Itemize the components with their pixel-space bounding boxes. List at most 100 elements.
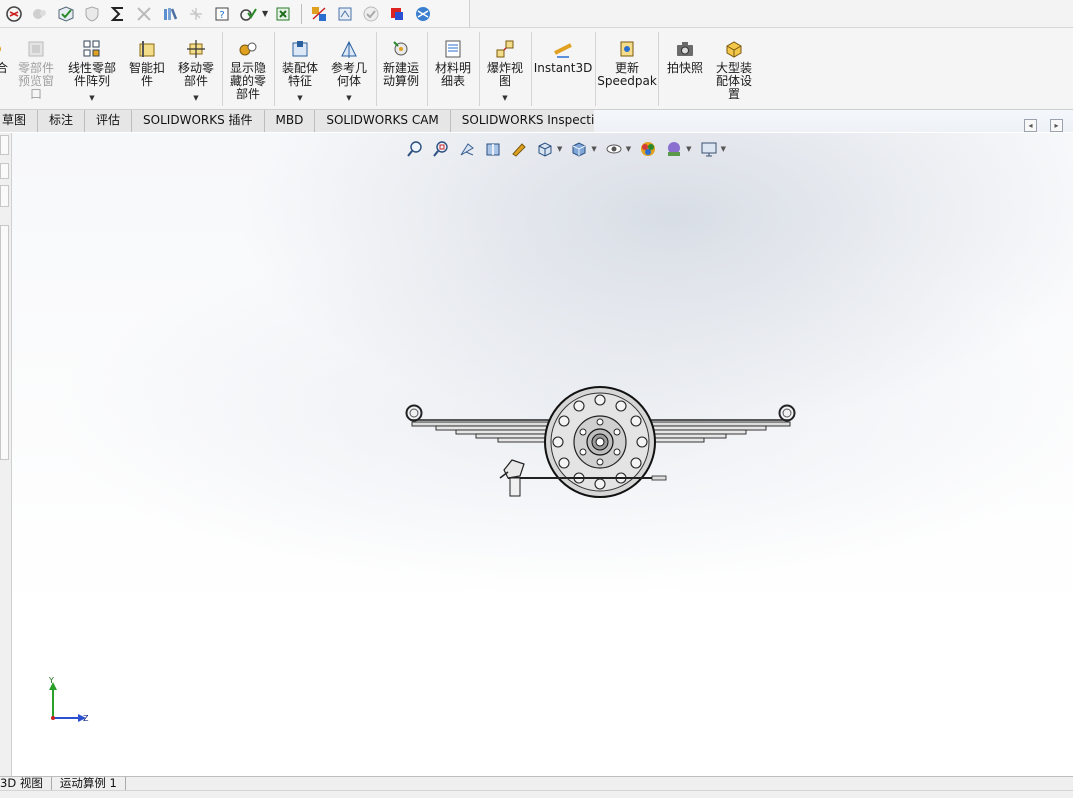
command-manager-tabs: 草图 标注 评估 SOLIDWORKS 插件 MBD SOLIDWORKS CA… — [0, 110, 622, 132]
new-motion-study-label: 新建运 动算例 — [382, 61, 419, 88]
bom-icon — [445, 40, 461, 58]
tab-motion-study-1[interactable]: 运动算例 1 — [52, 777, 126, 791]
tab-markup[interactable]: 标注 — [38, 110, 86, 132]
caret-down-icon[interactable]: ▼ — [686, 145, 691, 153]
update-speedpak-label: 更新 Speedpak — [597, 61, 657, 88]
component-preview-button[interactable]: 零部件 预览窗 口 — [14, 30, 58, 108]
ribbon-separator — [376, 32, 377, 106]
panel-collapse-right-icon[interactable]: ▸ — [1050, 119, 1063, 132]
command-manager: 合 零部件 预览窗 口 线性零部 件阵列 ▼ 智能扣 件 移动零 部件 ▼ 显示… — [0, 28, 1073, 110]
caret-down-icon[interactable]: ▼ — [557, 145, 562, 153]
previous-view-icon[interactable] — [456, 139, 478, 159]
mate-icon — [0, 46, 1, 52]
ribbon-separator — [595, 32, 596, 106]
hide-show-items-icon[interactable] — [603, 139, 625, 159]
dropdown-arrow-icon[interactable]: ▼ — [502, 94, 507, 102]
view-settings-icon[interactable] — [698, 139, 720, 159]
books-icon[interactable] — [158, 2, 182, 26]
exploded-view-label: 爆炸视 图 — [486, 61, 523, 88]
exploded-view-button[interactable]: 爆炸视 图 ▼ — [482, 30, 528, 108]
panel-tab[interactable] — [0, 185, 9, 207]
instant3d-label: Instant3D — [533, 61, 593, 75]
assembly-features-button[interactable]: 装配体 特征 ▼ — [278, 30, 322, 108]
large-assembly-icon — [726, 41, 742, 58]
show-hidden-components-button[interactable]: 显示隐 藏的零 部件 — [226, 30, 270, 108]
flash-icon[interactable] — [184, 2, 208, 26]
zoom-to-fit-icon[interactable] — [404, 139, 426, 159]
caret-down-icon[interactable]: ▼ — [721, 145, 726, 153]
panel-collapse-left-icon[interactable]: ◂ — [1024, 119, 1037, 132]
smart-fastener-button[interactable]: 智能扣 件 — [124, 30, 170, 108]
tab-sketch[interactable]: 草图 — [0, 110, 39, 132]
linear-pattern-icon — [83, 40, 100, 57]
excel-icon[interactable] — [272, 2, 296, 26]
assembly-icons-icon[interactable] — [307, 2, 331, 26]
panel-tab[interactable] — [0, 135, 9, 155]
tab-solidworks-addins[interactable]: SOLIDWORKS 插件 — [132, 110, 265, 132]
dropdown-arrow-icon[interactable]: ▼ — [193, 94, 198, 102]
caret-down-icon[interactable]: ▼ — [626, 145, 631, 153]
move-component-button[interactable]: 移动零 部件 ▼ — [174, 30, 218, 108]
zoom-to-area-icon[interactable] — [430, 139, 452, 159]
ribbon-separator — [531, 32, 532, 106]
assembly-model[interactable] — [400, 380, 800, 505]
tab-strip-empty — [594, 110, 1073, 132]
sw-logo-icon[interactable] — [2, 2, 26, 26]
take-snapshot-button[interactable]: 拍快照 — [662, 30, 708, 108]
tab-mbd[interactable]: MBD — [264, 110, 316, 132]
coordinate-triad: Y Z — [48, 676, 89, 723]
smart-fastener-label: 智能扣 件 — [128, 61, 165, 88]
ribbon-separator — [427, 32, 428, 106]
check-icon[interactable] — [359, 2, 383, 26]
bill-of-materials-button[interactable]: 材料明 细表 — [430, 30, 476, 108]
preview-window-icon — [28, 41, 44, 57]
globe-icon[interactable] — [411, 2, 435, 26]
show-hidden-icon — [239, 42, 257, 56]
reference-geometry-icon — [341, 40, 357, 58]
assembly-features-icon — [292, 41, 308, 57]
sigma-icon[interactable] — [106, 2, 130, 26]
exploded-view-icon — [496, 40, 514, 58]
view-orientation-icon[interactable] — [534, 139, 556, 159]
triad-y-label: Y — [48, 676, 54, 685]
ghost-component-icon[interactable] — [28, 2, 52, 26]
tab-solidworks-cam[interactable]: SOLIDWORKS CAM — [315, 110, 451, 132]
panel-tab[interactable] — [0, 163, 9, 179]
mate-button[interactable]: 合 — [0, 30, 10, 108]
section-view-icon[interactable] — [482, 139, 504, 159]
help-icon[interactable]: ? — [210, 2, 234, 26]
shield-icon[interactable] — [80, 2, 104, 26]
dropdown-arrow-icon[interactable]: ▼ — [89, 94, 94, 102]
tab-evaluate[interactable]: 评估 — [85, 110, 133, 132]
update-speedpak-button[interactable]: 更新 Speedpak — [597, 30, 657, 108]
quick-access-toolbar: ? ▼ — [0, 0, 470, 28]
toolbar-separator — [301, 3, 302, 24]
tab-3d-view[interactable]: 3D 视图 — [0, 777, 52, 791]
vertical-scrollbar[interactable] — [0, 225, 9, 460]
linear-pattern-button[interactable]: 线性零部 件阵列 ▼ — [64, 30, 120, 108]
apply-scene-icon[interactable] — [663, 139, 685, 159]
settings-check-icon[interactable] — [236, 2, 260, 26]
large-assembly-settings-button[interactable]: 大型装 配体设 置 — [710, 30, 758, 108]
check-assembly-icon[interactable] — [54, 2, 78, 26]
instant3d-button[interactable]: Instant3D — [534, 30, 592, 108]
visualize-icon[interactable] — [333, 2, 357, 26]
edit-appearance-icon[interactable] — [637, 139, 659, 159]
interference-icon[interactable] — [132, 2, 156, 26]
caret-down-icon[interactable]: ▼ — [262, 9, 270, 18]
reference-geometry-button[interactable]: 参考几 何体 ▼ — [326, 30, 372, 108]
svg-text:?: ? — [219, 10, 224, 21]
red-square-icon[interactable] — [385, 2, 409, 26]
titlebar-empty-area — [470, 0, 1073, 28]
reference-geometry-label: 参考几 何体 — [330, 61, 367, 88]
take-snapshot-label: 拍快照 — [666, 61, 703, 75]
dropdown-arrow-icon[interactable]: ▼ — [297, 94, 302, 102]
new-motion-study-button[interactable]: 新建运 动算例 — [378, 30, 424, 108]
large-assembly-settings-label: 大型装 配体设 置 — [715, 61, 752, 101]
dynamic-annotation-icon[interactable] — [508, 139, 530, 159]
caret-down-icon[interactable]: ▼ — [591, 145, 596, 153]
dropdown-arrow-icon[interactable]: ▼ — [346, 94, 351, 102]
solidworks-window: ? ▼ 合 零部件 预览窗 口 线性零部 件阵列 ▼ 智能扣 件 移动零 部件 … — [0, 0, 1073, 798]
display-style-icon[interactable] — [568, 139, 590, 159]
speedpak-icon — [620, 41, 634, 57]
